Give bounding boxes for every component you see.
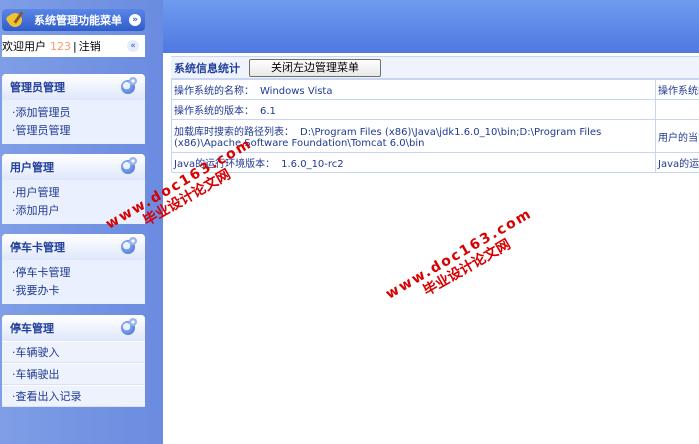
watermark-url: www.doc163.com [383,205,536,303]
table-row: 操作系统的版本： 6.1 [171,99,699,120]
group-admin-body: ·添加管理员 ·管理员管理 [2,100,145,144]
welcome-bar: 欢迎用户 123 | 注销 « [2,35,145,57]
gear-icon [119,157,139,177]
top-banner [163,0,699,53]
group-parking-card: 停车卡管理 ·停车卡管理 ·我要办卡 [2,234,145,304]
row-label: 加载库时搜索的路径列表： [174,127,294,138]
group-parking: 停车管理 ·车辆驶入 ·车辆驶出 ·查看出入记录 [2,315,145,407]
row-right-cell: 用户的当前 [655,119,699,153]
gear-icon [119,318,139,338]
watermark: www.doc163.com 毕业设计论文网 [383,206,543,317]
group-user-header[interactable]: 用户管理 [2,154,145,180]
menu-item-vehicle-out[interactable]: ·车辆驶出 [2,363,145,385]
group-parking-header[interactable]: 停车管理 [2,315,145,341]
menu-item-card-manage[interactable]: ·停车卡管理 [2,264,145,282]
row-value: 6.1 [260,106,276,117]
menu-header: 系统管理功能菜单 » [2,9,145,31]
menu-item-add-admin[interactable]: ·添加管理员 [2,104,145,122]
menu-item-user-manage[interactable]: ·用户管理 [2,184,145,202]
gear-icon [119,77,139,97]
row-value: Windows Vista [260,86,333,97]
current-user: 123 [50,39,71,53]
menu-item-vehicle-in[interactable]: ·车辆驶入 [2,341,145,363]
group-admin-title: 管理员管理 [10,81,65,94]
broom-icon [6,9,28,31]
row-right-cell [655,99,699,120]
welcome-label: 欢迎用户 [2,40,46,53]
menu-item-admin-manage[interactable]: ·管理员管理 [2,122,145,140]
table-row: 操作系统的名称： Windows Vista 操作系统的 [171,79,699,100]
menu-item-apply-card[interactable]: ·我要办卡 [2,282,145,300]
row-right-cell: 操作系统的 [655,79,699,100]
row-right-cell: Java的运行 [655,152,699,173]
group-parking-card-title: 停车卡管理 [10,241,65,254]
row-value: 1.6.0_10-rc2 [281,159,344,170]
group-admin: 管理员管理 ·添加管理员 ·管理员管理 [2,74,145,144]
hide-sidebar-icon[interactable]: « [127,40,139,52]
close-sidebar-button[interactable]: 关闭左边管理菜单 [249,58,381,77]
collapse-up-icon[interactable]: » [129,14,141,26]
row-label: 操作系统的版本： [174,106,254,117]
group-parking-title: 停车管理 [10,322,54,335]
section-title: 系统信息统计 [174,61,240,75]
group-admin-header[interactable]: 管理员管理 [2,74,145,100]
row-label: 操作系统的名称： [174,86,254,97]
menu-item-records[interactable]: ·查看出入记录 [2,385,145,407]
group-user-title: 用户管理 [10,161,54,174]
logout-link[interactable]: 注销 [79,38,101,54]
menu-title: 系统管理功能菜单 [34,14,122,27]
group-parking-card-body: ·停车卡管理 ·我要办卡 [2,260,145,304]
separator: | [73,39,77,53]
section-header: 系统信息统计 关闭左边管理菜单 [171,56,699,79]
group-parking-body: ·车辆驶入 ·车辆驶出 ·查看出入记录 [2,341,145,407]
